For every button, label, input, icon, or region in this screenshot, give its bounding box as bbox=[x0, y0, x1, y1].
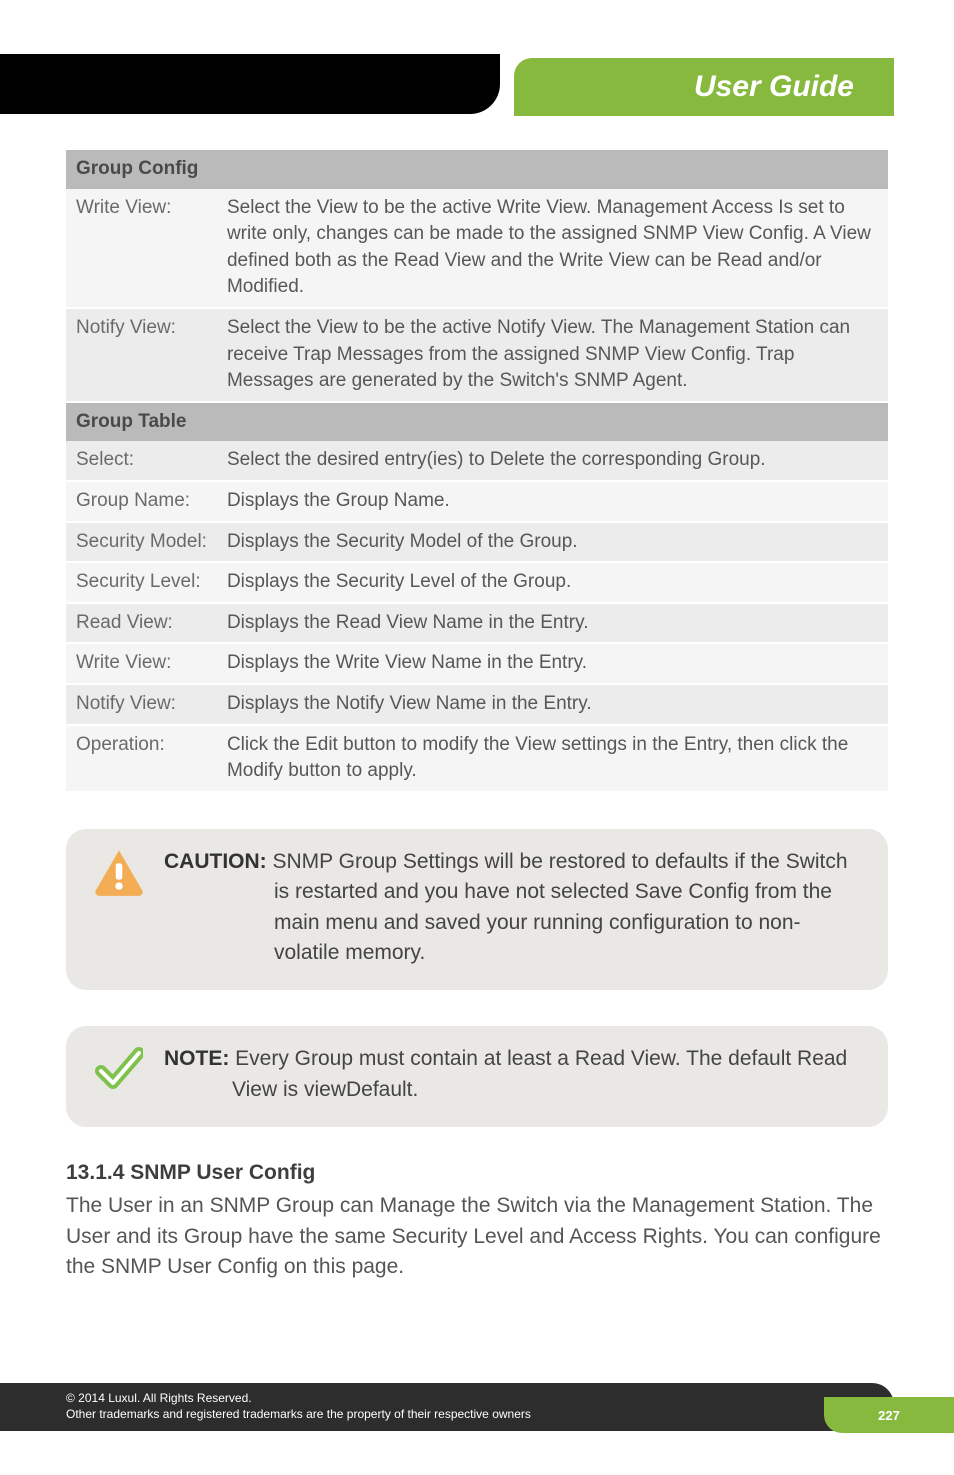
header-green-tab: User Guide bbox=[514, 58, 894, 116]
definitions-table: Group Config Write View: Select the View… bbox=[66, 150, 888, 793]
table-section-header: Group Table bbox=[66, 402, 888, 442]
row-desc: Displays the Security Level of the Group… bbox=[217, 562, 888, 603]
row-label: Group Name: bbox=[66, 481, 217, 522]
row-desc: Displays the Notify View Name in the Ent… bbox=[217, 684, 888, 725]
table-row: Security Model: Displays the Security Mo… bbox=[66, 522, 888, 563]
row-desc: Displays the Write View Name in the Entr… bbox=[217, 643, 888, 684]
table-row: Write View: Select the View to be the ac… bbox=[66, 189, 888, 308]
table-row: Read View: Displays the Read View Name i… bbox=[66, 603, 888, 644]
row-label: Security Model: bbox=[66, 522, 217, 563]
caution-callout: CAUTION: SNMP Group Settings will be res… bbox=[66, 829, 888, 991]
table-row: Group Name: Displays the Group Name. bbox=[66, 481, 888, 522]
page-footer: © 2014 Luxul. All Rights Reserved. Other… bbox=[0, 1383, 894, 1431]
table-row: Write View: Displays the Write View Name… bbox=[66, 643, 888, 684]
note-body: NOTE: Every Group must contain at least … bbox=[164, 1044, 862, 1105]
section-heading: 13.1.4 SNMP User Config bbox=[66, 1161, 888, 1185]
check-icon bbox=[92, 1044, 146, 1094]
caution-text: SNMP Group Settings will be restored to … bbox=[267, 850, 848, 964]
row-desc: Select the View to be the active Notify … bbox=[217, 308, 888, 402]
row-desc: Displays the Read View Name in the Entry… bbox=[217, 603, 888, 644]
row-desc: Click the Edit button to modify the View… bbox=[217, 725, 888, 792]
note-label: NOTE: bbox=[164, 1047, 229, 1070]
row-desc: Displays the Group Name. bbox=[217, 481, 888, 522]
row-label: Notify View: bbox=[66, 684, 217, 725]
group-config-header: Group Config bbox=[66, 150, 888, 189]
row-label: Select: bbox=[66, 441, 217, 481]
footer-line2: Other trademarks and registered trademar… bbox=[66, 1407, 531, 1423]
table-row: Notify View: Displays the Notify View Na… bbox=[66, 684, 888, 725]
row-label: Notify View: bbox=[66, 308, 217, 402]
caution-label: CAUTION: bbox=[164, 850, 267, 873]
row-label: Read View: bbox=[66, 603, 217, 644]
header-title: User Guide bbox=[694, 70, 854, 104]
row-label: Operation: bbox=[66, 725, 217, 792]
footer-line1: © 2014 Luxul. All Rights Reserved. bbox=[66, 1391, 531, 1407]
row-desc: Displays the Security Model of the Group… bbox=[217, 522, 888, 563]
note-callout: NOTE: Every Group must contain at least … bbox=[66, 1026, 888, 1127]
footer-text: © 2014 Luxul. All Rights Reserved. Other… bbox=[66, 1391, 531, 1422]
page-content: Group Config Write View: Select the View… bbox=[0, 140, 954, 1283]
row-label: Security Level: bbox=[66, 562, 217, 603]
note-text: Every Group must contain at least a Read… bbox=[229, 1047, 847, 1100]
page-number-badge: 227 bbox=[824, 1397, 954, 1433]
page-header: User Guide bbox=[0, 0, 954, 140]
table-row: Operation: Click the Edit button to modi… bbox=[66, 725, 888, 792]
row-desc: Select the View to be the active Write V… bbox=[217, 189, 888, 308]
table-section-header: Group Config bbox=[66, 150, 888, 189]
caution-body: CAUTION: SNMP Group Settings will be res… bbox=[164, 847, 862, 969]
header-black-bar bbox=[0, 54, 500, 114]
page-number: 227 bbox=[878, 1408, 900, 1423]
table-row: Notify View: Select the View to be the a… bbox=[66, 308, 888, 402]
table-row: Security Level: Displays the Security Le… bbox=[66, 562, 888, 603]
row-label: Write View: bbox=[66, 643, 217, 684]
group-table-header: Group Table bbox=[66, 402, 888, 442]
section-body: The User in an SNMP Group can Manage the… bbox=[66, 1191, 888, 1282]
row-desc: Select the desired entry(ies) to Delete … bbox=[217, 441, 888, 481]
table-row: Select: Select the desired entry(ies) to… bbox=[66, 441, 888, 481]
row-label: Write View: bbox=[66, 189, 217, 308]
warning-icon bbox=[92, 847, 146, 897]
